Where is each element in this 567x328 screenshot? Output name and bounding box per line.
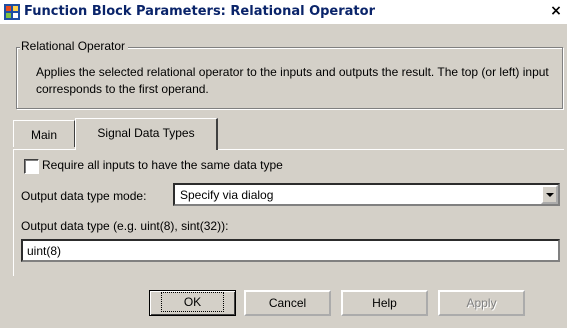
block-description: Applies the selected relational operator… [36, 65, 549, 96]
tab-main[interactable]: Main [13, 120, 75, 147]
apply-button[interactable]: Apply [438, 290, 525, 316]
help-button[interactable]: Help [341, 290, 428, 316]
output-type-label: Output data type (e.g. uint(8), sint(32)… [21, 219, 229, 233]
title-bar[interactable]: Function Block Parameters: Relational Op… [0, 0, 567, 24]
ok-button[interactable]: OK [149, 290, 236, 316]
close-icon[interactable]: × [548, 3, 564, 19]
same-data-type-label[interactable]: Require all inputs to have the same data… [42, 158, 283, 172]
ok-button-label: OK [160, 292, 225, 312]
chevron-down-icon[interactable] [541, 185, 558, 204]
output-mode-label: Output data type mode: [21, 189, 147, 203]
window-title: Function Block Parameters: Relational Op… [24, 4, 375, 19]
groupbox-title: Relational Operator [20, 39, 129, 53]
dialog-window: Function Block Parameters: Relational Op… [0, 0, 567, 328]
output-type-input[interactable]: uint(8) [21, 239, 560, 262]
same-data-type-checkbox[interactable] [24, 159, 39, 174]
output-mode-value: Specify via dialog [180, 188, 274, 202]
tab-signal-data-types[interactable]: Signal Data Types [75, 118, 218, 150]
cancel-button[interactable]: Cancel [244, 290, 331, 316]
simulink-block-icon [4, 4, 20, 20]
output-mode-select[interactable]: Specify via dialog [173, 183, 560, 206]
